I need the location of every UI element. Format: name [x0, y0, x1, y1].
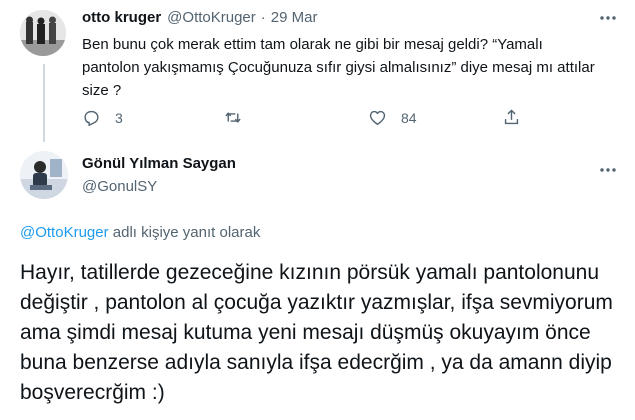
like-count: 84 — [401, 109, 417, 126]
tweet2-text: Hayır, tatillerde gezeceğine kızının pör… — [20, 261, 613, 404]
tweet1-author-handle[interactable]: @OttoKruger — [167, 9, 256, 26]
tweet2-more-icon[interactable] — [598, 160, 618, 180]
retweet-icon — [223, 108, 243, 127]
tweet1-header: otto kruger @OttoKruger · 29 Mar — [82, 7, 317, 27]
replying-to: @OttoKruger adlı kişiye yanıt olarak — [20, 224, 260, 241]
avatar-gonul-yilman-saygan[interactable] — [20, 151, 68, 199]
retweet-button[interactable] — [223, 108, 257, 127]
tweet2-author-name[interactable]: Gönül Yılman Saygan — [82, 155, 236, 172]
like-button[interactable]: 84 — [368, 108, 417, 127]
share-icon — [502, 108, 521, 127]
reply-count: 3 — [115, 109, 123, 126]
tweet1-dot-separator: · — [260, 8, 266, 26]
share-button[interactable] — [502, 108, 521, 127]
thread-connector-line — [43, 64, 45, 142]
tweet1-text: Ben bunu çok merak ettim tam olarak ne g… — [82, 36, 595, 99]
tweet1-date[interactable]: 29 Mar — [271, 9, 318, 26]
replying-to-label: adlı kişiye yanıt olarak — [108, 224, 261, 241]
like-icon — [368, 108, 387, 127]
tweet2-author-handle[interactable]: @GonulSY — [82, 178, 157, 195]
avatar-otto-kruger[interactable] — [20, 10, 66, 56]
reply-button[interactable]: 3 — [82, 108, 123, 127]
reply-icon — [82, 108, 101, 127]
tweet1-author-name[interactable]: otto kruger — [82, 9, 161, 26]
replying-to-handle-link[interactable]: @OttoKruger — [20, 224, 109, 241]
tweet1-more-icon[interactable] — [598, 8, 618, 28]
